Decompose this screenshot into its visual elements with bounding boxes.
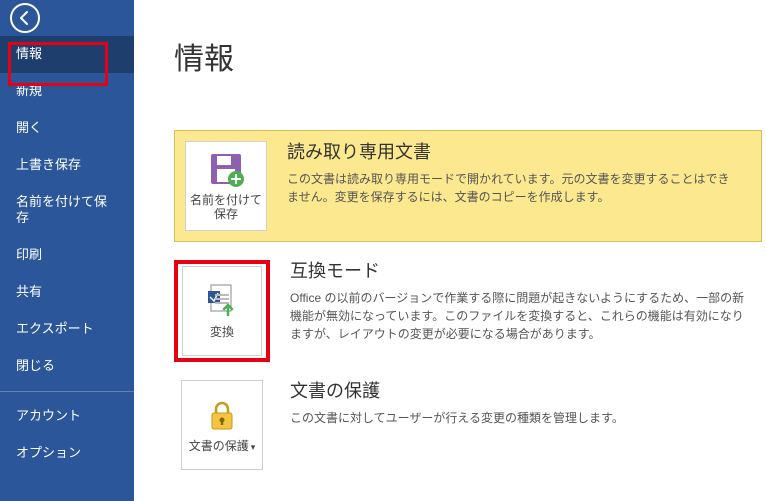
sidebar-item-print[interactable]: 印刷	[0, 237, 134, 274]
sidebar-item-saveas[interactable]: 名前を付けて保存	[0, 184, 134, 238]
sidebar-item-new[interactable]: 新規	[0, 73, 134, 110]
tile-convert[interactable]: 変換	[182, 266, 262, 356]
chevron-down-icon: ▾	[251, 442, 256, 452]
tile-label: 文書の保護▾	[189, 439, 256, 453]
sidebar-item-share[interactable]: 共有	[0, 274, 134, 311]
section-title: 互換モード	[290, 260, 746, 283]
sidebar-item-label: 情報	[16, 46, 42, 61]
sidebar-divider	[0, 391, 134, 392]
section-title: 読み取り専用文書	[287, 141, 739, 164]
highlight-box-convert: 変換	[174, 260, 270, 362]
tile-label: 名前を付けて保存	[190, 193, 262, 222]
sidebar-item-label: オプション	[16, 445, 81, 460]
section-body: 文書の保護 この文書に対してユーザーが行える変更の種類を管理します。	[270, 380, 766, 427]
section-desc: この文書に対してユーザーが行える変更の種類を管理します。	[290, 409, 754, 427]
sidebar-item-account[interactable]: アカウント	[0, 398, 134, 435]
section-desc: この文書は読み取り専用モードで開かれています。元の文書を変更することはできません…	[287, 170, 739, 206]
sidebar-item-label: 共有	[16, 284, 42, 299]
sidebar-item-open[interactable]: 開く	[0, 110, 134, 147]
sidebar-item-label: 開く	[16, 120, 42, 135]
document-convert-icon	[204, 283, 240, 319]
backstage-sidebar: 情報 新規 開く 上書き保存 名前を付けて保存 印刷 共有 エクスポート 閉じる…	[0, 0, 134, 501]
section-body: 読み取り専用文書 この文書は読み取り専用モードで開かれています。元の文書を変更す…	[267, 141, 751, 206]
sidebar-item-label: 閉じる	[16, 358, 55, 373]
section-body: 互換モード Office の以前のバージョンで作業する際に問題が起きないようにす…	[270, 260, 766, 343]
tile-protect[interactable]: 文書の保護▾	[181, 380, 263, 470]
main-panel: 情報 名前を付けて保存 読み取り専用文書 この文書は読み取り専用モードで開かれて…	[134, 0, 766, 501]
section-protect: 文書の保護▾ 文書の保護 この文書に対してユーザーが行える変更の種類を管理します…	[174, 380, 766, 470]
page-title: 情報	[174, 34, 766, 78]
tile-saveas[interactable]: 名前を付けて保存	[185, 141, 267, 231]
section-compat: 変換 互換モード Office の以前のバージョンで作業する際に問題が起きないよ…	[174, 260, 766, 362]
lock-icon	[204, 397, 240, 433]
sidebar-item-info[interactable]: 情報	[0, 36, 134, 73]
sidebar-item-options[interactable]: オプション	[0, 435, 134, 472]
back-button[interactable]	[0, 0, 134, 36]
sidebar-item-export[interactable]: エクスポート	[0, 311, 134, 348]
sidebar-item-label: 上書き保存	[16, 157, 81, 172]
sidebar-item-label: 印刷	[16, 247, 42, 262]
sidebar-item-close[interactable]: 閉じる	[0, 348, 134, 385]
sidebar-item-label: 新規	[16, 83, 42, 98]
section-desc: Office の以前のバージョンで作業する際に問題が起きないようにするため、一部…	[290, 289, 746, 343]
save-icon	[208, 151, 244, 187]
back-arrow-icon	[10, 3, 40, 33]
tile-label: 変換	[210, 325, 234, 339]
sidebar-item-save[interactable]: 上書き保存	[0, 147, 134, 184]
sidebar-item-label: アカウント	[16, 408, 81, 423]
sidebar-item-label: エクスポート	[16, 321, 94, 336]
sidebar-item-label: 名前を付けて保存	[16, 194, 107, 226]
section-title: 文書の保護	[290, 380, 754, 403]
section-readonly: 名前を付けて保存 読み取り専用文書 この文書は読み取り専用モードで開かれています…	[174, 130, 762, 242]
